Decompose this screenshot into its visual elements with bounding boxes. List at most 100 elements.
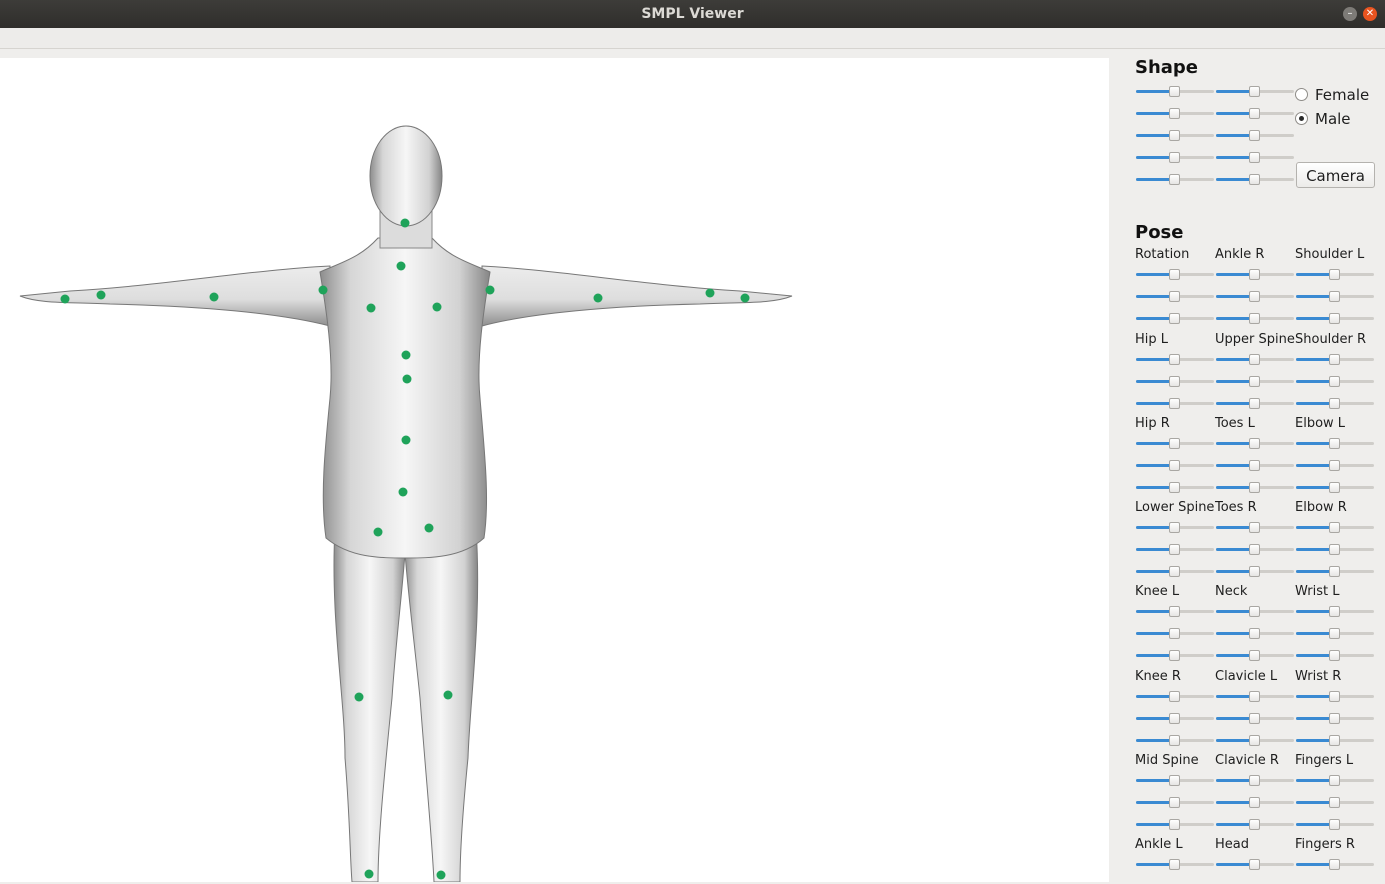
slider-handle[interactable] (1169, 735, 1180, 746)
shape-slider-5[interactable] (1136, 130, 1214, 142)
pose-slider-wrist-l-2[interactable] (1296, 628, 1374, 640)
shape-slider-7[interactable] (1136, 152, 1214, 164)
pose-slider-upper-spine-2[interactable] (1216, 376, 1294, 388)
slider-handle[interactable] (1329, 713, 1340, 724)
slider-handle[interactable] (1329, 313, 1340, 324)
slider-handle[interactable] (1329, 606, 1340, 617)
pose-slider-hip-l-3[interactable] (1136, 398, 1214, 410)
shape-slider-6[interactable] (1216, 130, 1294, 142)
pose-slider-rotation-3[interactable] (1136, 313, 1214, 325)
slider-handle[interactable] (1169, 438, 1180, 449)
slider-handle[interactable] (1169, 522, 1180, 533)
pose-slider-neck-3[interactable] (1216, 650, 1294, 662)
pose-slider-rotation-2[interactable] (1136, 291, 1214, 303)
pose-slider-wrist-l-3[interactable] (1296, 650, 1374, 662)
shape-slider-10[interactable] (1216, 174, 1294, 186)
slider-handle[interactable] (1169, 460, 1180, 471)
pose-slider-fingers-l-2[interactable] (1296, 797, 1374, 809)
slider-handle[interactable] (1249, 438, 1260, 449)
pose-slider-toes-l-1[interactable] (1216, 438, 1294, 450)
slider-handle[interactable] (1329, 291, 1340, 302)
slider-handle[interactable] (1329, 544, 1340, 555)
slider-handle[interactable] (1169, 482, 1180, 493)
male-radio-indicator[interactable] (1295, 112, 1308, 125)
shape-slider-8[interactable] (1216, 152, 1294, 164)
pose-slider-wrist-r-3[interactable] (1296, 735, 1374, 747)
pose-slider-elbow-l-2[interactable] (1296, 460, 1374, 472)
slider-handle[interactable] (1169, 566, 1180, 577)
slider-handle[interactable] (1249, 566, 1260, 577)
slider-handle[interactable] (1249, 606, 1260, 617)
slider-handle[interactable] (1329, 460, 1340, 471)
slider-handle[interactable] (1249, 775, 1260, 786)
pose-slider-shoulder-l-2[interactable] (1296, 291, 1374, 303)
pose-slider-shoulder-r-2[interactable] (1296, 376, 1374, 388)
slider-handle[interactable] (1249, 354, 1260, 365)
slider-handle[interactable] (1169, 354, 1180, 365)
pose-slider-wrist-r-2[interactable] (1296, 713, 1374, 725)
pose-slider-rotation-1[interactable] (1136, 269, 1214, 281)
pose-slider-mid-spine-1[interactable] (1136, 775, 1214, 787)
slider-handle[interactable] (1249, 482, 1260, 493)
pose-slider-knee-l-3[interactable] (1136, 650, 1214, 662)
pose-slider-toes-r-1[interactable] (1216, 522, 1294, 534)
pose-slider-fingers-l-3[interactable] (1296, 819, 1374, 831)
slider-handle[interactable] (1249, 544, 1260, 555)
3d-viewport[interactable] (0, 58, 1109, 882)
slider-handle[interactable] (1329, 859, 1340, 870)
slider-handle[interactable] (1329, 735, 1340, 746)
slider-handle[interactable] (1169, 152, 1180, 163)
slider-handle[interactable] (1169, 291, 1180, 302)
slider-handle[interactable] (1329, 650, 1340, 661)
slider-handle[interactable] (1249, 522, 1260, 533)
pose-slider-mid-spine-2[interactable] (1136, 797, 1214, 809)
slider-handle[interactable] (1169, 713, 1180, 724)
pose-slider-clavicle-r-2[interactable] (1216, 797, 1294, 809)
slider-handle[interactable] (1249, 460, 1260, 471)
slider-handle[interactable] (1329, 797, 1340, 808)
pose-slider-ankle-r-3[interactable] (1216, 313, 1294, 325)
pose-slider-upper-spine-1[interactable] (1216, 354, 1294, 366)
slider-handle[interactable] (1169, 797, 1180, 808)
pose-slider-neck-2[interactable] (1216, 628, 1294, 640)
slider-handle[interactable] (1329, 522, 1340, 533)
pose-slider-ankle-r-2[interactable] (1216, 291, 1294, 303)
shape-slider-4[interactable] (1216, 108, 1294, 120)
pose-slider-fingers-l-1[interactable] (1296, 775, 1374, 787)
camera-button[interactable]: Camera (1296, 162, 1375, 188)
slider-handle[interactable] (1329, 398, 1340, 409)
slider-handle[interactable] (1169, 606, 1180, 617)
pose-slider-mid-spine-3[interactable] (1136, 819, 1214, 831)
slider-handle[interactable] (1329, 269, 1340, 280)
slider-handle[interactable] (1169, 819, 1180, 830)
slider-handle[interactable] (1249, 819, 1260, 830)
minimize-icon[interactable]: – (1343, 7, 1357, 21)
slider-handle[interactable] (1169, 108, 1180, 119)
slider-handle[interactable] (1249, 86, 1260, 97)
slider-handle[interactable] (1169, 376, 1180, 387)
pose-slider-hip-r-1[interactable] (1136, 438, 1214, 450)
pose-slider-shoulder-r-1[interactable] (1296, 354, 1374, 366)
slider-handle[interactable] (1329, 438, 1340, 449)
pose-slider-hip-r-3[interactable] (1136, 482, 1214, 494)
slider-handle[interactable] (1169, 398, 1180, 409)
pose-slider-wrist-l-1[interactable] (1296, 606, 1374, 618)
pose-slider-knee-l-2[interactable] (1136, 628, 1214, 640)
pose-slider-knee-r-3[interactable] (1136, 735, 1214, 747)
shape-slider-1[interactable] (1136, 86, 1214, 98)
slider-handle[interactable] (1169, 130, 1180, 141)
slider-handle[interactable] (1249, 691, 1260, 702)
pose-slider-ankle-l-1[interactable] (1136, 859, 1214, 871)
slider-handle[interactable] (1169, 650, 1180, 661)
pose-slider-hip-l-2[interactable] (1136, 376, 1214, 388)
pose-slider-hip-r-2[interactable] (1136, 460, 1214, 472)
pose-slider-elbow-r-2[interactable] (1296, 544, 1374, 556)
slider-handle[interactable] (1249, 628, 1260, 639)
pose-slider-clavicle-r-3[interactable] (1216, 819, 1294, 831)
slider-handle[interactable] (1169, 86, 1180, 97)
pose-slider-clavicle-l-2[interactable] (1216, 713, 1294, 725)
pose-slider-shoulder-l-1[interactable] (1296, 269, 1374, 281)
pose-slider-hip-l-1[interactable] (1136, 354, 1214, 366)
pose-slider-neck-1[interactable] (1216, 606, 1294, 618)
slider-handle[interactable] (1249, 398, 1260, 409)
